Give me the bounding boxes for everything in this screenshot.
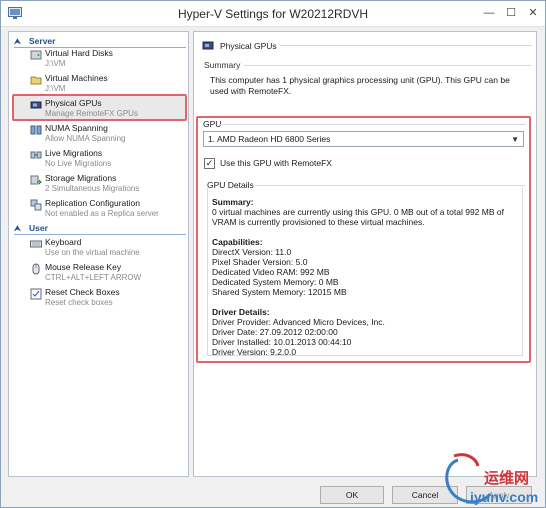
details-line: Pixel Shader Version: 5.0 [212, 257, 308, 267]
hard-disk-icon [30, 50, 42, 60]
gpu-group-label: GPU [203, 119, 222, 129]
details-line: VRAM is currently provisioned to these v… [212, 217, 425, 227]
sidebar-item-virtual-hard-disks[interactable]: Virtual Hard Disks J:\VM [30, 47, 190, 73]
sidebar-item-subtext: No Live Migrations [45, 159, 112, 168]
details-line: 0 virtual machines are currently using t… [212, 207, 504, 217]
sidebar-item-label: Virtual Hard Disks [45, 48, 113, 58]
group-divider [244, 65, 531, 66]
summary-heading: Summary: [212, 197, 254, 207]
use-remotefx-label[interactable]: Use this GPU with RemoteFX [220, 158, 332, 168]
gpu-select-value: 1. AMD Radeon HD 6800 Series [208, 134, 331, 144]
section-divider [14, 234, 186, 235]
group-divider [220, 124, 526, 125]
details-line: Shared System Memory: 12015 MB [212, 287, 347, 297]
ok-button[interactable]: OK [320, 486, 384, 504]
collapse-chevron-icon[interactable]: ⮝ [14, 224, 23, 234]
server-section-label: Server [29, 36, 56, 46]
sidebar-item-label: Reset Check Boxes [45, 287, 120, 297]
details-line: Dedicated Video RAM: 992 MB [212, 267, 330, 277]
group-divider [255, 185, 525, 186]
watermark-text: 运维网 [484, 470, 530, 487]
use-remotefx-checkbox[interactable]: ✓ [204, 158, 215, 169]
sidebar-item-live-migrations[interactable]: Live Migrations No Live Migrations [30, 147, 190, 173]
user-section-label: User [29, 223, 48, 233]
sidebar-item-subtext: Reset check boxes [45, 298, 113, 307]
sidebar-item-label: Live Migrations [45, 148, 103, 158]
title-bar: Hyper-V Settings for W20212RDVH — ☐ ✕ [1, 1, 545, 27]
details-line: Driver Installed: 10.01.2013 00:44:10 [212, 337, 352, 347]
highlight-box [12, 94, 187, 121]
sidebar-item-label: Replication Configuration [45, 198, 140, 208]
details-line: Driver Version: 9.2.0.0 [212, 347, 297, 357]
details-line: Driver Provider: Advanced Micro Devices,… [212, 317, 385, 327]
summary-text: This computer has 1 physical graphics pr… [210, 75, 510, 96]
sidebar-item-storage-migrations[interactable]: Storage Migrations 2 Simultaneous Migrat… [30, 172, 190, 198]
page-title: Physical GPUs [202, 40, 277, 51]
sidebar-item-reset-check-boxes[interactable]: Reset Check Boxes Reset check boxes [30, 286, 190, 312]
storage-migration-icon [30, 175, 42, 185]
driver-heading: Driver Details: [212, 307, 270, 317]
details-line: DirectX Version: 11.0 [212, 247, 292, 257]
folder-icon [30, 76, 42, 85]
page-title-text: Physical GPUs [220, 41, 277, 51]
summary-group-label: Summary [204, 60, 241, 70]
close-button[interactable]: ✕ [523, 4, 543, 22]
sidebar-item-label: NUMA Spanning [45, 123, 108, 133]
numa-icon [30, 125, 42, 135]
sidebar-item-numa-spanning[interactable]: NUMA Spanning Allow NUMA Spanning [30, 122, 190, 148]
sidebar-item-label: Keyboard [45, 237, 82, 247]
sidebar-item-subtext: Allow NUMA Spanning [45, 134, 126, 143]
details-line: Dedicated System Memory: 0 MB [212, 277, 339, 287]
title-divider [280, 45, 532, 46]
details-line: Driver Date: 27.09.2012 02:00:00 [212, 327, 338, 337]
migration-icon [30, 151, 42, 159]
checkbox-icon [30, 288, 42, 300]
chevron-down-icon[interactable]: ▼ [511, 135, 519, 144]
sidebar-item-subtext: Use on the virtual machine [45, 248, 140, 257]
sidebar-item-subtext: Not enabled as a Replica server [45, 209, 159, 218]
sidebar-item-label: Mouse Release Key [45, 262, 122, 272]
summary-group: Summary This computer has 1 physical gra… [204, 60, 531, 122]
sidebar-item-subtext: CTRL+ALT+LEFT ARROW [45, 273, 142, 282]
minimize-button[interactable]: — [479, 4, 499, 22]
sidebar-item-subtext: 2 Simultaneous Migrations [45, 184, 140, 193]
sidebar-item-keyboard[interactable]: Keyboard Use on the virtual machine [30, 236, 190, 262]
collapse-chevron-icon[interactable]: ⮝ [14, 37, 23, 47]
sidebar-item-subtext: J:\VM [45, 59, 66, 68]
keyboard-icon [30, 240, 42, 248]
gpu-icon [202, 41, 214, 50]
replication-icon [30, 199, 42, 211]
sidebar-item-label: Virtual Machines [45, 73, 108, 83]
sidebar-item-mouse-release-key[interactable]: Mouse Release Key CTRL+ALT+LEFT ARROW [30, 261, 190, 287]
watermark-text: iyunv.com [470, 489, 539, 505]
gpu-details-group: GPU Details Summary: 0 virtual machines … [207, 180, 525, 357]
maximize-button[interactable]: ☐ [501, 4, 521, 22]
capabilities-heading: Capabilities: [212, 237, 263, 247]
gpu-select[interactable]: 1. AMD Radeon HD 6800 Series ▼ [203, 131, 524, 147]
window-title: Hyper-V Settings for W20212RDVH [177, 7, 369, 21]
sidebar-item-subtext: J:\VM [45, 84, 66, 93]
sidebar-item-replication-configuration[interactable]: Replication Configuration Not enabled as… [30, 197, 190, 223]
sidebar-item-label: Storage Migrations [45, 173, 117, 183]
mouse-icon [32, 263, 40, 275]
